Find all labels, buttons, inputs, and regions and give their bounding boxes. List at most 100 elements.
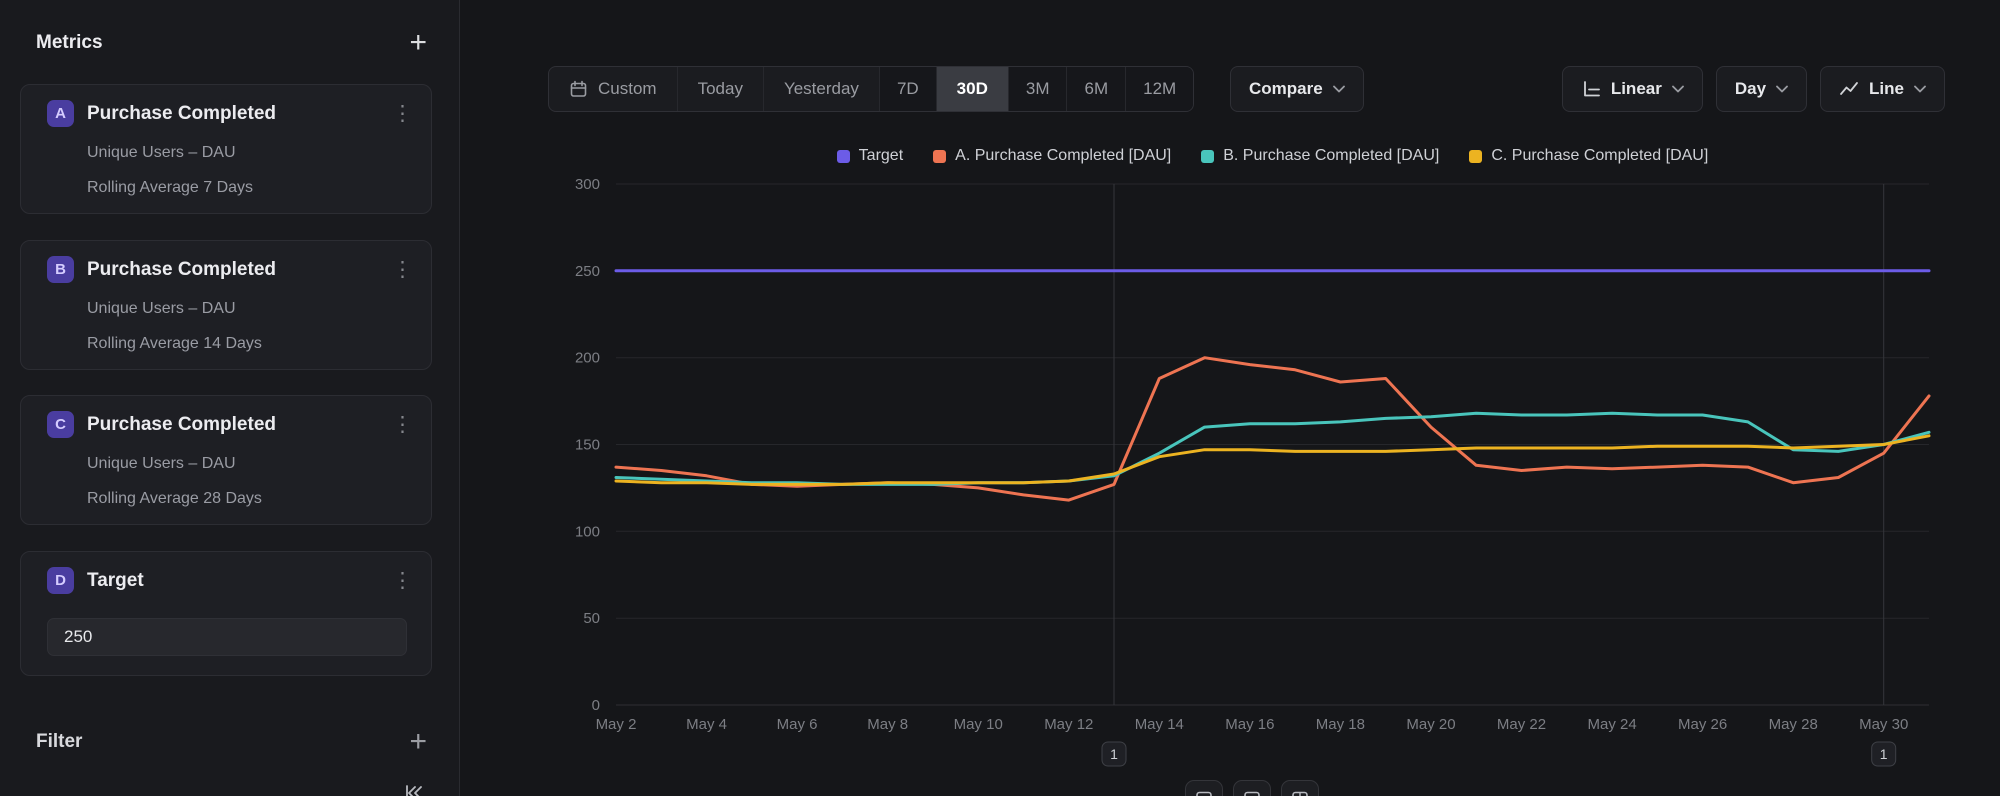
scale-label: Linear	[1611, 79, 1662, 99]
target-card[interactable]: D Target ⋮	[20, 551, 432, 676]
y-tick-label: 300	[575, 176, 600, 193]
kebab-menu-icon[interactable]: ⋮	[392, 414, 413, 435]
y-tick-label: 0	[592, 697, 600, 714]
metric-card-head: A Purchase Completed ⋮	[21, 85, 431, 127]
x-tick-label: May 18	[1316, 716, 1365, 733]
metric-rolling-average: Rolling Average 7 Days	[87, 177, 411, 198]
x-tick-label: May 24	[1587, 716, 1636, 733]
metric-badge-d: D	[47, 567, 74, 594]
y-tick-label: 250	[575, 263, 600, 280]
metric-title: Purchase Completed	[87, 259, 276, 281]
range-today-button[interactable]: Today	[677, 67, 763, 111]
metric-card-head: B Purchase Completed ⋮	[21, 241, 431, 283]
annotation-chip[interactable]: 1	[1102, 742, 1126, 766]
annotation-chip[interactable]: 1	[1872, 742, 1896, 766]
collapse-sidebar-button[interactable]	[396, 778, 432, 796]
range-7d-button[interactable]: 7D	[879, 67, 936, 111]
linear-scale-icon	[1581, 79, 1601, 99]
metrics-title: Metrics	[36, 32, 103, 54]
legend-label: Target	[859, 147, 903, 165]
legend-label: B. Purchase Completed [DAU]	[1223, 147, 1439, 165]
range-custom-button[interactable]: Custom	[549, 67, 677, 111]
filter-title: Filter	[36, 731, 82, 753]
range-6m-button[interactable]: 6M	[1066, 67, 1125, 111]
legend-item[interactable]: A. Purchase Completed [DAU]	[933, 147, 1171, 165]
metric-measure: Unique Users – DAU	[87, 453, 411, 474]
metric-title: Purchase Completed	[87, 414, 276, 436]
range-yesterday-button[interactable]: Yesterday	[763, 67, 879, 111]
calendar-icon	[569, 80, 588, 99]
x-tick-label: May 28	[1769, 716, 1818, 733]
range-label: Yesterday	[784, 79, 859, 99]
target-value-input[interactable]	[47, 618, 407, 656]
legend-item[interactable]: Target	[837, 147, 903, 165]
legend-swatch	[1201, 150, 1214, 163]
y-tick-label: 200	[575, 350, 600, 367]
svg-text:1: 1	[1110, 746, 1118, 762]
chart-type-label: Line	[1869, 79, 1904, 99]
chart-footer-actions	[1185, 780, 1319, 796]
y-tick-label: 100	[575, 523, 600, 540]
range-3m-button[interactable]: 3M	[1008, 67, 1067, 111]
range-12m-button[interactable]: 12M	[1125, 67, 1193, 111]
metric-card-head: C Purchase Completed ⋮	[21, 396, 431, 438]
date-range-control: Custom Today Yesterday 7D 30D 3M 6M 12M	[548, 66, 1194, 112]
metrics-sidebar: Metrics + A Purchase Completed ⋮ Unique …	[0, 0, 460, 796]
compare-label: Compare	[1249, 79, 1323, 99]
kebab-menu-icon[interactable]: ⋮	[392, 103, 413, 124]
x-tick-label: May 20	[1406, 716, 1455, 733]
chevron-down-icon	[1333, 85, 1345, 93]
compare-button[interactable]: Compare	[1230, 66, 1364, 112]
y-tick-label: 150	[575, 437, 600, 454]
legend-swatch	[933, 150, 946, 163]
series-a-purchase-completed-dau	[616, 358, 1929, 500]
metrics-header: Metrics +	[36, 28, 427, 58]
legend-label: C. Purchase Completed [DAU]	[1491, 147, 1708, 165]
metric-card-a[interactable]: A Purchase Completed ⋮ Unique Users – DA…	[20, 84, 432, 214]
metric-card-c[interactable]: C Purchase Completed ⋮ Unique Users – DA…	[20, 395, 432, 525]
x-tick-label: May 26	[1678, 716, 1727, 733]
range-30d-button[interactable]: 30D	[936, 67, 1008, 111]
x-tick-label: May 6	[777, 716, 818, 733]
metric-badge-c: C	[47, 411, 74, 438]
legend-swatch	[837, 150, 850, 163]
range-label: 3M	[1026, 79, 1050, 99]
add-metric-button[interactable]: +	[409, 30, 427, 56]
chevron-down-icon	[1672, 85, 1684, 93]
add-filter-button[interactable]: +	[409, 729, 427, 755]
line-chart-icon	[1839, 79, 1859, 99]
legend-item[interactable]: C. Purchase Completed [DAU]	[1469, 147, 1708, 165]
interval-label: Day	[1735, 79, 1766, 99]
x-tick-label: May 2	[596, 716, 637, 733]
chart-settings-group: Linear Day Line	[1562, 66, 1945, 112]
chart-footer-button-2[interactable]	[1233, 780, 1271, 796]
x-tick-label: May 16	[1225, 716, 1274, 733]
chevron-down-icon	[1914, 85, 1926, 93]
range-label: 7D	[897, 79, 919, 99]
target-card-head: D Target ⋮	[21, 552, 431, 594]
metric-rolling-average: Rolling Average 14 Days	[87, 333, 411, 354]
metric-card-b[interactable]: B Purchase Completed ⋮ Unique Users – DA…	[20, 240, 432, 370]
kebab-menu-icon[interactable]: ⋮	[392, 570, 413, 591]
panel-icon	[1195, 790, 1213, 796]
metrics-dashboard: { "sidebar": { "title": "Metrics", "metr…	[0, 0, 2000, 796]
legend-label: A. Purchase Completed [DAU]	[955, 147, 1171, 165]
x-tick-label: May 4	[686, 716, 727, 733]
svg-text:1: 1	[1880, 746, 1888, 762]
interval-select[interactable]: Day	[1716, 66, 1807, 112]
kebab-menu-icon[interactable]: ⋮	[392, 259, 413, 280]
x-tick-label: May 22	[1497, 716, 1546, 733]
legend-item[interactable]: B. Purchase Completed [DAU]	[1201, 147, 1439, 165]
chart-type-select[interactable]: Line	[1820, 66, 1945, 112]
metric-measure: Unique Users – DAU	[87, 142, 411, 163]
metric-badge-a: A	[47, 100, 74, 127]
chart-footer-button-3[interactable]	[1281, 780, 1319, 796]
range-label: 6M	[1084, 79, 1108, 99]
chart-footer-button-1[interactable]	[1185, 780, 1223, 796]
metric-badge-b: B	[47, 256, 74, 283]
scale-select[interactable]: Linear	[1562, 66, 1703, 112]
y-tick-label: 50	[583, 610, 600, 627]
chevron-down-icon	[1776, 85, 1788, 93]
chart-legend: Target A. Purchase Completed [DAU] B. Purc…	[616, 146, 1929, 166]
rows-icon	[1243, 790, 1261, 796]
